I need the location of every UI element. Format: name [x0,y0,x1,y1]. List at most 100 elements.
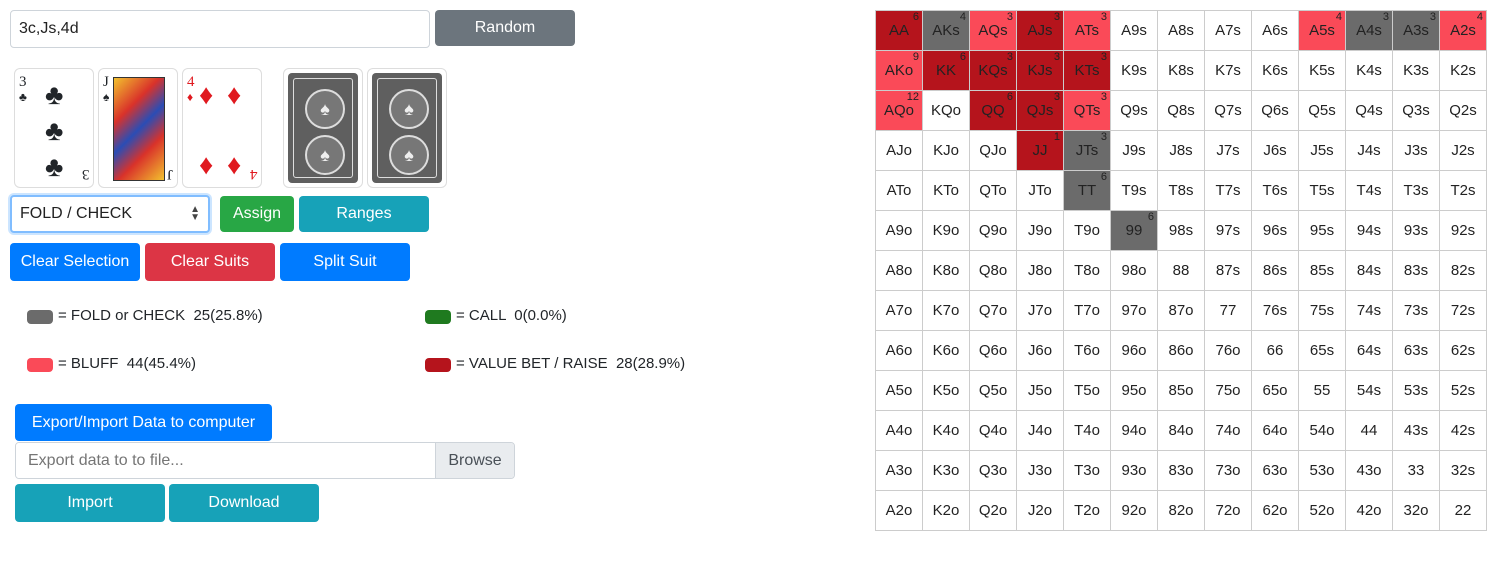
hand-cell[interactable]: Q8o [969,250,1017,291]
hand-cell[interactable]: 62s [1439,330,1487,371]
hand-cell[interactable]: AKo 9 [875,50,923,91]
hand-cell[interactable]: A2s 4 [1439,10,1487,51]
hand-cell[interactable]: 83s [1392,250,1440,291]
hand-cell[interactable]: 65o [1251,370,1299,411]
hand-cell[interactable]: Q2o [969,490,1017,531]
hand-cell[interactable]: AJs 3 [1016,10,1064,51]
hand-cell[interactable]: 73s [1392,290,1440,331]
hand-cell[interactable]: K6o [922,330,970,371]
hand-cell[interactable]: A9o [875,210,923,251]
hand-cell[interactable]: 62o [1251,490,1299,531]
hand-cell[interactable]: 93s [1392,210,1440,251]
import-button[interactable]: Import [15,484,165,522]
hand-cell[interactable]: T4o [1063,410,1111,451]
hand-cell[interactable]: J8s [1157,130,1205,171]
hand-cell[interactable]: J7s [1204,130,1252,171]
hand-cell[interactable]: 84s [1345,250,1393,291]
hand-cell[interactable]: 74s [1345,290,1393,331]
hand-cell[interactable]: 86s [1251,250,1299,291]
hand-cell[interactable]: QQ 6 [969,90,1017,131]
random-button[interactable]: Random [435,10,575,46]
hand-cell[interactable]: 74o [1204,410,1252,451]
hand-cell[interactable]: 43s [1392,410,1440,451]
hand-cell[interactable]: K6s [1251,50,1299,91]
hand-cell[interactable]: 75o [1204,370,1252,411]
hand-cell[interactable]: A3s 3 [1392,10,1440,51]
hand-cell[interactable]: K2s [1439,50,1487,91]
card-back-slot-2[interactable]: ♠ ♠ [367,68,447,188]
hand-cell[interactable]: AA 6 [875,10,923,51]
hand-cell[interactable]: TT 6 [1063,170,1111,211]
hand-cell[interactable]: 52o [1298,490,1346,531]
ranges-button[interactable]: Ranges [299,196,429,232]
card-back-slot-1[interactable]: ♠ ♠ [283,68,363,188]
hand-cell[interactable]: 87o [1157,290,1205,331]
hand-cell[interactable]: 65s [1298,330,1346,371]
hand-cell[interactable]: T8o [1063,250,1111,291]
hand-cell[interactable]: 77 [1204,290,1252,331]
hand-cell[interactable]: A2o [875,490,923,531]
hand-cell[interactable]: 95s [1298,210,1346,251]
hand-cell[interactable]: 76s [1251,290,1299,331]
hand-cell[interactable]: 92s [1439,210,1487,251]
hand-cell[interactable]: 98o [1110,250,1158,291]
hand-cell[interactable]: J5s [1298,130,1346,171]
clear-selection-button[interactable]: Clear Selection [10,243,140,281]
hand-cell[interactable]: 99 6 [1110,210,1158,251]
hand-cell[interactable]: Q2s [1439,90,1487,131]
hand-cell[interactable]: KTo [922,170,970,211]
hand-cell[interactable]: 95o [1110,370,1158,411]
hand-cell[interactable]: 83o [1157,450,1205,491]
hand-cell[interactable]: 22 [1439,490,1487,531]
clear-suits-button[interactable]: Clear Suits [145,243,275,281]
hand-cell[interactable]: 53o [1298,450,1346,491]
action-select[interactable]: FOLD / CHECK ▲ ▼ [10,195,210,233]
hand-cell[interactable]: AQo 12 [875,90,923,131]
browse-button[interactable]: Browse [435,443,514,478]
hand-cell[interactable]: T8s [1157,170,1205,211]
hand-cell[interactable]: 44 [1345,410,1393,451]
export-import-button[interactable]: Export/Import Data to computer [15,404,272,441]
hand-cell[interactable]: A3o [875,450,923,491]
split-suit-button[interactable]: Split Suit [280,243,410,281]
hand-cell[interactable]: T9o [1063,210,1111,251]
hand-cell[interactable]: AKs 4 [922,10,970,51]
hand-cell[interactable]: Q9o [969,210,1017,251]
hand-cell[interactable]: Q4s [1345,90,1393,131]
hand-cell[interactable]: KK 6 [922,50,970,91]
hand-cell[interactable]: QTo [969,170,1017,211]
hand-cell[interactable]: 84o [1157,410,1205,451]
hand-cell[interactable]: 43o [1345,450,1393,491]
hand-cell[interactable]: 54o [1298,410,1346,451]
hand-cell[interactable]: J2s [1439,130,1487,171]
hand-cell[interactable]: K5o [922,370,970,411]
hand-cell[interactable]: ATs 3 [1063,10,1111,51]
hand-cell[interactable]: J9o [1016,210,1064,251]
hand-cell[interactable]: KQs 3 [969,50,1017,91]
hand-cell[interactable]: 64o [1251,410,1299,451]
hand-cell[interactable]: K9o [922,210,970,251]
hand-cell[interactable]: K4s [1345,50,1393,91]
hand-cell[interactable]: J6s [1251,130,1299,171]
hand-cell[interactable]: T7s [1204,170,1252,211]
hand-cell[interactable]: A7s [1204,10,1252,51]
hand-cell[interactable]: A7o [875,290,923,331]
hand-cell[interactable]: Q8s [1157,90,1205,131]
card-3-clubs[interactable]: 3 ♣ ♣ ♣ ♣ 3 [14,68,94,188]
hand-cell[interactable]: K2o [922,490,970,531]
hand-cell[interactable]: K7o [922,290,970,331]
hand-cell[interactable]: 85o [1157,370,1205,411]
hand-cell[interactable]: Q4o [969,410,1017,451]
hand-cell[interactable]: 42o [1345,490,1393,531]
hand-cell[interactable]: A8o [875,250,923,291]
hand-cell[interactable]: 85s [1298,250,1346,291]
hand-cell[interactable]: 75s [1298,290,1346,331]
hand-cell[interactable]: T6o [1063,330,1111,371]
hand-cell[interactable]: A6s [1251,10,1299,51]
hand-cell[interactable]: T7o [1063,290,1111,331]
hand-cell[interactable]: 42s [1439,410,1487,451]
hand-cell[interactable]: Q6s [1251,90,1299,131]
hand-cell[interactable]: 32s [1439,450,1487,491]
hand-cell[interactable]: J8o [1016,250,1064,291]
hand-cell[interactable]: 86o [1157,330,1205,371]
